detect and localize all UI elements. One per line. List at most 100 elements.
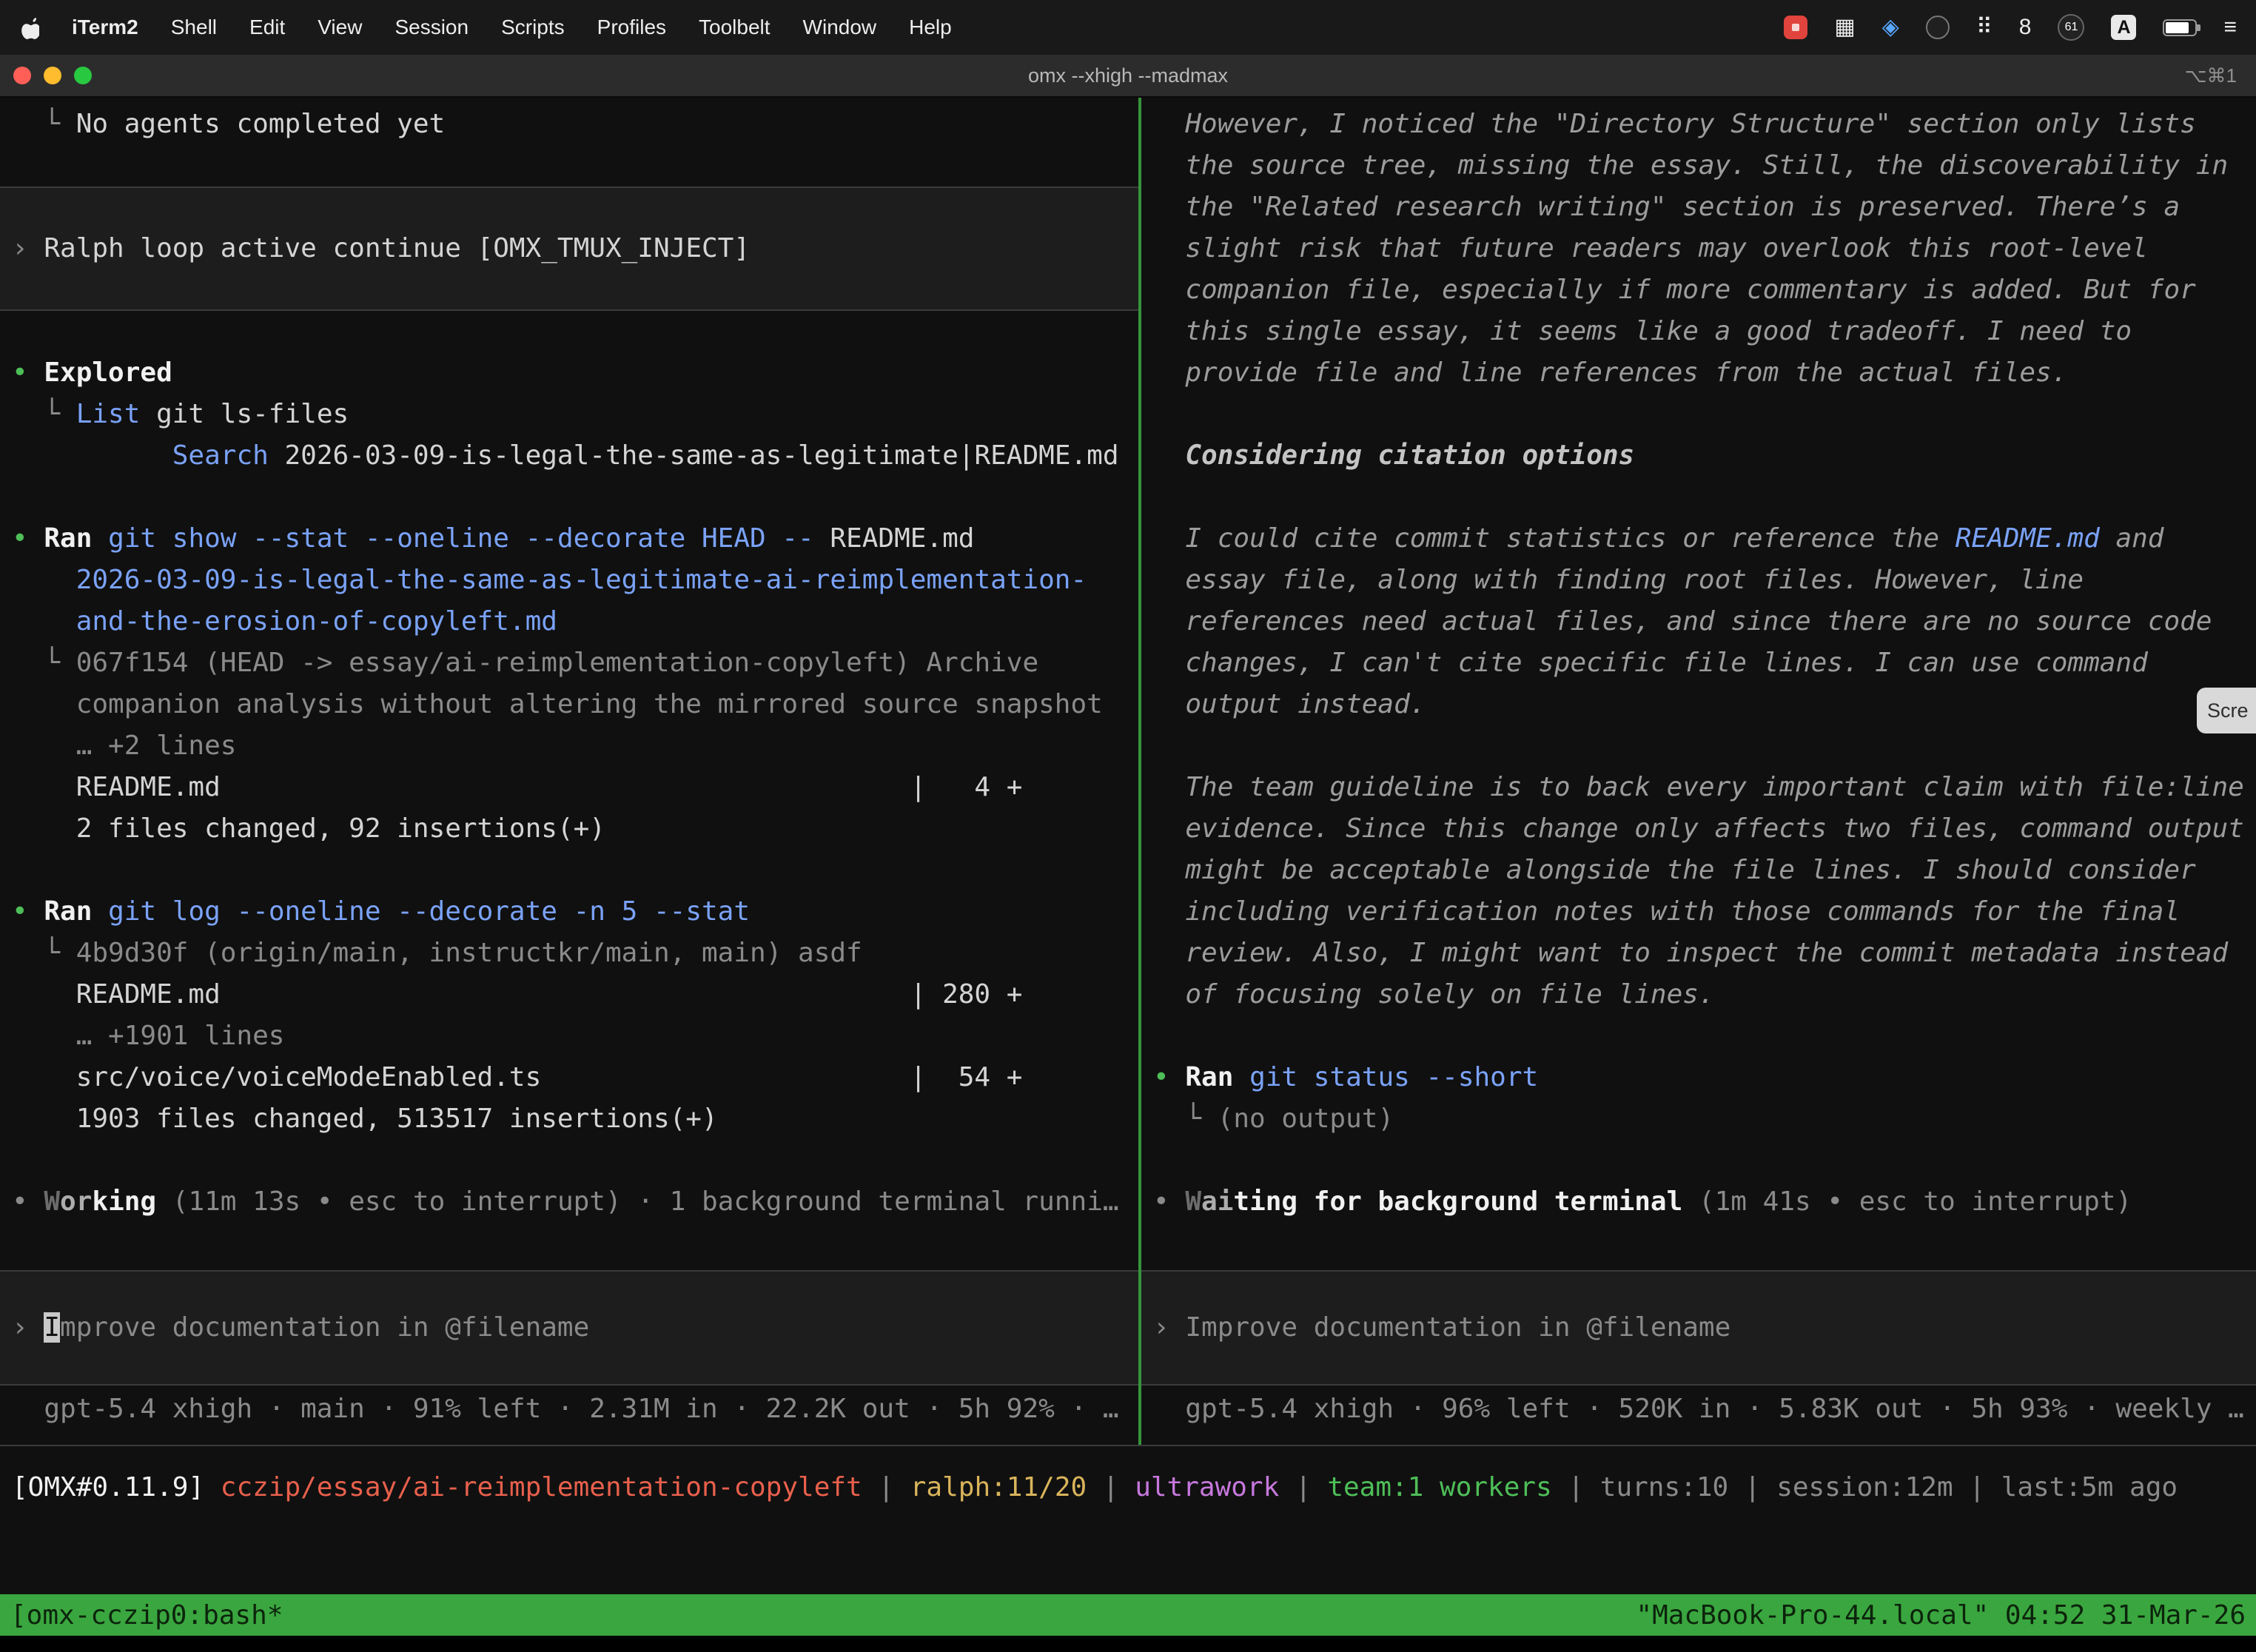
terminal-line: companion file, especially if more comme…	[1153, 269, 2256, 311]
terminal-line	[1153, 725, 2256, 767]
menu-item-edit[interactable]: Edit	[249, 16, 285, 39]
spacer	[0, 1529, 2256, 1594]
terminal-line: this single essay, it seems like a good …	[1153, 311, 2256, 352]
terminal-line: output instead.	[1153, 684, 2256, 725]
terminal-output: gpt-5.4 xhigh · 96% left · 520K in · 5.8…	[1153, 1389, 2256, 1430]
terminal-line: evidence. Since this change only affects…	[1153, 808, 2256, 850]
bottom-padding	[0, 1636, 2256, 1652]
terminal-line: changes, I can't cite specific file line…	[1153, 642, 2256, 684]
menu-item-profiles[interactable]: Profiles	[597, 16, 666, 39]
battery-icon[interactable]	[2163, 19, 2197, 36]
terminal-line: • Explored	[12, 352, 1138, 394]
terminal-line: src/voice/voiceModeEnabled.ts | 54 +	[12, 1057, 1138, 1098]
terminal-line: • Ran git show --stat --oneline --decora…	[12, 518, 1138, 560]
terminal-line: README.md | 280 +	[12, 974, 1138, 1015]
menu-item-session[interactable]: Session	[395, 16, 469, 39]
menu-item-help[interactable]: Help	[909, 16, 952, 39]
macos-menu-bar: iTerm2 Shell Edit View Session Scripts P…	[0, 0, 2256, 55]
terminal-line: … +1901 lines	[12, 1015, 1138, 1057]
menu-item-toolbelt[interactable]: Toolbelt	[699, 16, 771, 39]
terminal-output: └ No agents completed yet	[12, 104, 1138, 187]
terminal-output: › Improve documentation in @filename	[12, 1307, 1138, 1349]
terminal-line	[12, 1140, 1138, 1181]
dots-grid-icon[interactable]: ⠿	[1976, 16, 1993, 38]
dark-app-icon[interactable]	[1926, 16, 1950, 39]
terminal-line: the "Related research writing" section i…	[1153, 187, 2256, 228]
terminal-output: [OMX#0.11.9] cczip/essay/ai-reimplementa…	[12, 1467, 2178, 1508]
terminal-line: review. Also, I might want to inspect th…	[1153, 933, 2256, 974]
terminal-line: companion analysis without altering the …	[12, 684, 1138, 725]
tmux-session-label: [omx-cczip0:bash*	[10, 1600, 283, 1631]
terminal-line: › Improve documentation in @filename	[12, 1307, 1138, 1349]
terminal-output: gpt-5.4 xhigh · main · 91% left · 2.31M …	[12, 1389, 1138, 1430]
close-button[interactable]	[13, 67, 31, 84]
menu-item-window[interactable]: Window	[803, 16, 877, 39]
terminal-line: the source tree, missing the essay. Stil…	[1153, 145, 2256, 187]
terminal-line: Search 2026-03-09-is-legal-the-same-as-l…	[12, 435, 1138, 477]
window-grid-icon[interactable]: ▦	[1834, 16, 1855, 38]
terminal-line: The team guideline is to back every impo…	[1153, 767, 2256, 808]
menu-item-scripts[interactable]: Scripts	[501, 16, 565, 39]
terminal-line: └ List git ls-files	[12, 394, 1138, 435]
model-status-line: gpt-5.4 xhigh · main · 91% left · 2.31M …	[12, 1389, 1138, 1430]
terminal-output: › Improve documentation in @filename	[1153, 1307, 2256, 1349]
menu-item-shell[interactable]: Shell	[171, 16, 217, 39]
menu-status-icons: ▦ ◈ ⠿ 8 61 A ≡	[1784, 14, 2237, 41]
terminal-line: └ No agents completed yet	[12, 104, 1138, 145]
terminal-line: README.md | 4 +	[12, 767, 1138, 808]
left-pane[interactable]: └ No agents completed yet › Ralph loop a…	[0, 98, 1138, 1445]
terminal-line: gpt-5.4 xhigh · 96% left · 520K in · 5.8…	[1153, 1389, 2256, 1430]
terminal-line: • Working (11m 13s • esc to interrupt) ·…	[12, 1181, 1138, 1223]
terminal-output: However, I noticed the "Directory Struct…	[1153, 104, 2256, 1223]
terminal-output: • Explored └ List git ls-files Search 20…	[12, 311, 1138, 1223]
terminal-line: └ 4b9d30f (origin/main, instructkr/main,…	[12, 933, 1138, 974]
prompt-input[interactable]: › Improve documentation in @filename	[1141, 1270, 2256, 1386]
terminal-line	[12, 311, 1138, 352]
terminal-line: 1903 files changed, 513517 insertions(+)	[12, 1098, 1138, 1140]
screen-share-toast[interactable]: Scre	[2197, 688, 2256, 733]
terminal-line	[12, 145, 1138, 187]
terminal-line: └ (no output)	[1153, 1098, 2256, 1140]
terminal-output: › Ralph loop active continue [OMX_TMUX_I…	[12, 228, 1138, 269]
prompt-input[interactable]: › Improve documentation in @filename	[0, 1270, 1138, 1386]
terminal-line: [OMX#0.11.9] cczip/essay/ai-reimplementa…	[12, 1467, 2178, 1508]
terminal-line: references need actual files, and since …	[1153, 601, 2256, 642]
window-title-bar[interactable]: omx --xhigh --madmax ⌥⌘1	[0, 55, 2256, 98]
ralph-loop-banner: › Ralph loop active continue [OMX_TMUX_I…	[0, 187, 1138, 311]
right-pane[interactable]: However, I noticed the "Directory Struct…	[1141, 98, 2256, 1445]
terminal-line: gpt-5.4 xhigh · main · 91% left · 2.31M …	[12, 1389, 1138, 1430]
terminal-area: └ No agents completed yet › Ralph loop a…	[0, 98, 2256, 1652]
terminal-line: I could cite commit statistics or refere…	[1153, 518, 2256, 560]
cpu-meter-icon[interactable]: 61	[2058, 14, 2084, 41]
menu-item-iterm2[interactable]: iTerm2	[72, 16, 138, 39]
terminal-line: • Waiting for background terminal (1m 41…	[1153, 1181, 2256, 1223]
terminal-line	[12, 477, 1138, 518]
compass-icon[interactable]: ◈	[1882, 16, 1899, 38]
terminal-line: essay file, along with finding root file…	[1153, 560, 2256, 601]
terminal-line: └ 067f154 (HEAD -> essay/ai-reimplementa…	[12, 642, 1138, 684]
model-status-line: gpt-5.4 xhigh · 96% left · 520K in · 5.8…	[1153, 1389, 2256, 1430]
menu-item-view[interactable]: View	[318, 16, 362, 39]
stats-icon[interactable]: 8	[2019, 16, 2032, 38]
terminal-line: provide file and line references from th…	[1153, 352, 2256, 394]
window-shortcut-badge: ⌥⌘1	[2185, 64, 2237, 87]
terminal-line: • Ran git status --short	[1153, 1057, 2256, 1098]
screen: iTerm2 Shell Edit View Session Scripts P…	[0, 0, 2256, 1652]
tmux-status-bar: [omx-cczip0:bash* "MacBook-Pro-44.local"…	[0, 1594, 2256, 1636]
terminal-line: 2026-03-09-is-legal-the-same-as-legitima…	[12, 560, 1138, 601]
zoom-button[interactable]	[74, 67, 92, 84]
minimize-button[interactable]	[44, 67, 61, 84]
terminal-line: including verification notes with those …	[1153, 891, 2256, 933]
terminal-line: of focusing solely on file lines.	[1153, 974, 2256, 1015]
menu-list-icon[interactable]: ≡	[2223, 16, 2237, 38]
tmux-host-time: "MacBook-Pro-44.local" 04:52 31-Mar-26	[1636, 1600, 2246, 1631]
terminal-line: › Ralph loop active continue [OMX_TMUX_I…	[12, 228, 1138, 269]
window-title: omx --xhigh --madmax	[1028, 64, 1228, 87]
apple-menu-icon[interactable]	[19, 16, 39, 39]
input-source-icon[interactable]: A	[2111, 15, 2136, 40]
terminal-line: and-the-erosion-of-copyleft.md	[12, 601, 1138, 642]
terminal-line: › Improve documentation in @filename	[1153, 1307, 2256, 1349]
screen-recording-icon[interactable]	[1784, 16, 1807, 39]
terminal-line	[1153, 477, 2256, 518]
terminal-line: • Ran git log --oneline --decorate -n 5 …	[12, 891, 1138, 933]
